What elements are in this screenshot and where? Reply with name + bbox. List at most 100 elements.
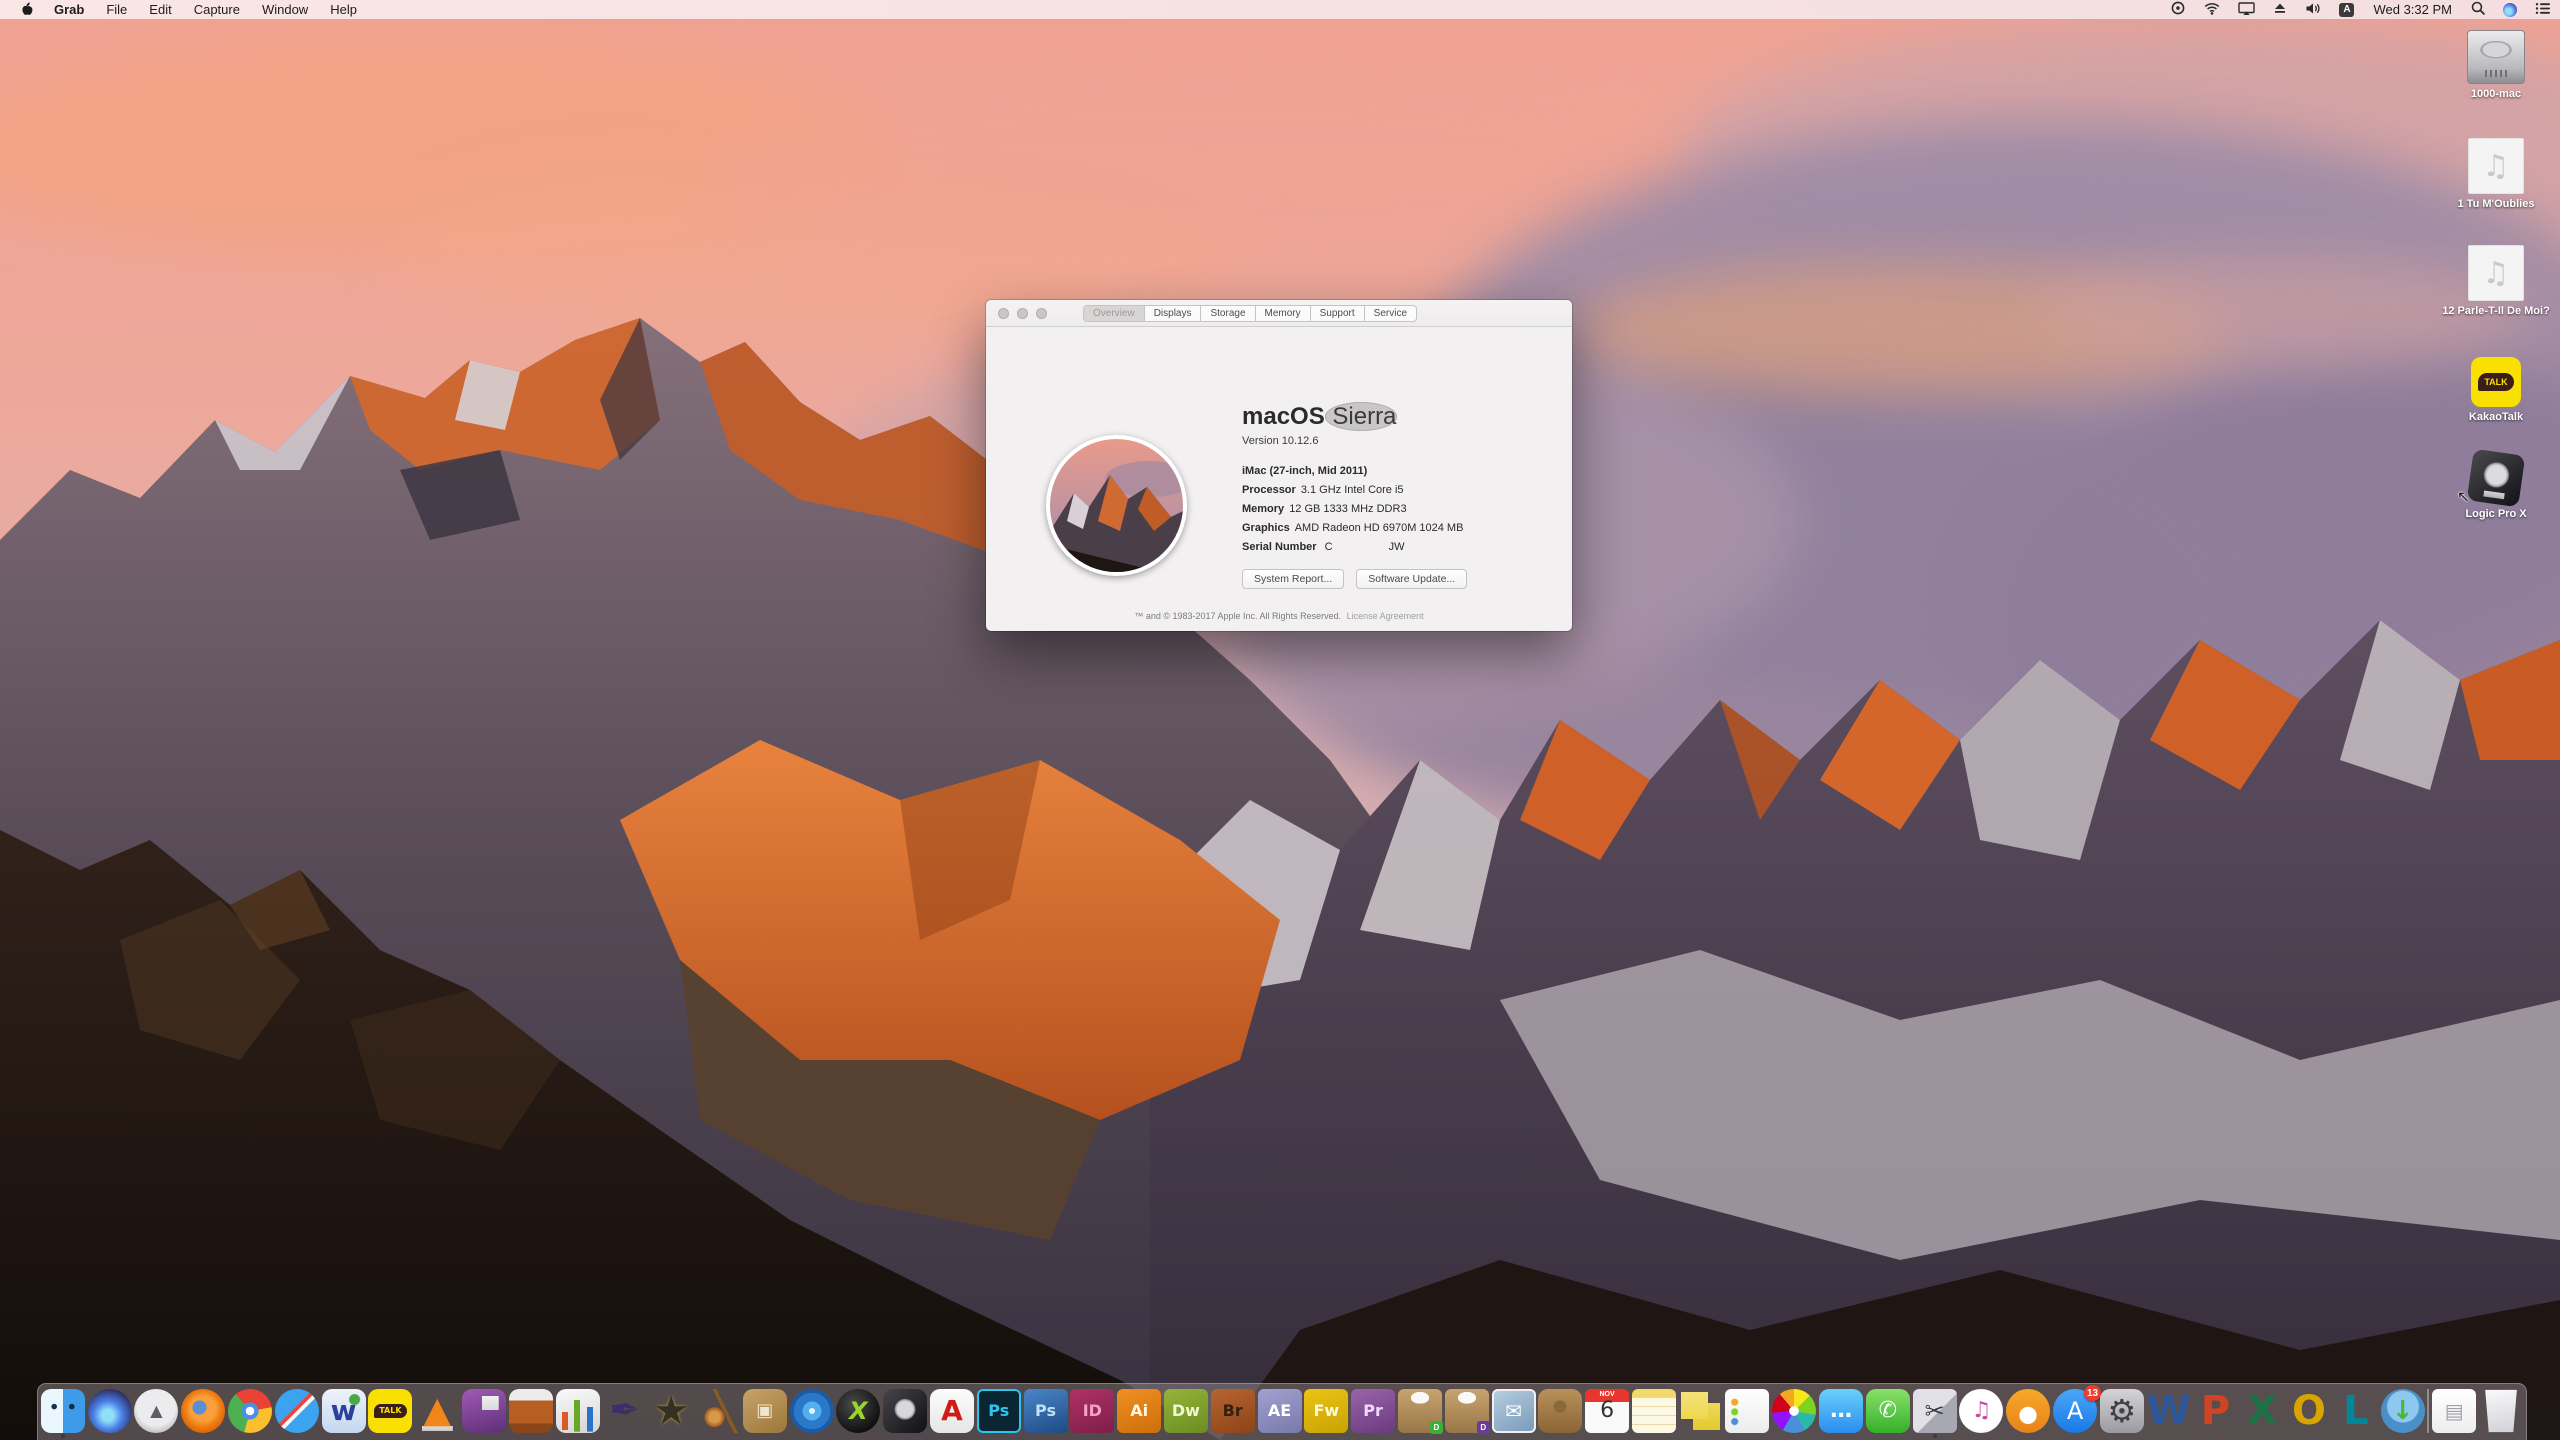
mac-model: iMac (27-inch, Mid 2011) (1242, 465, 1562, 477)
itunes-glyph: ♫ (1972, 1400, 1992, 1422)
illustrator-icon: Ai (1117, 1389, 1161, 1433)
dock-mail[interactable]: ✉ (1492, 1389, 1536, 1439)
dock-numbers-09[interactable] (556, 1389, 600, 1439)
menu-window[interactable]: Window (251, 0, 319, 19)
tab-service[interactable]: Service (1364, 306, 1416, 321)
dock-idvd[interactable] (790, 1389, 834, 1439)
menu-clock[interactable]: Wed 3:32 PM (2363, 0, 2462, 19)
dock-photoshop-cc[interactable]: Ps (977, 1389, 1021, 1439)
desktop-icon-label: 12 Parle-T-Il De Moi? (2442, 305, 2550, 317)
dock-firefox[interactable] (181, 1389, 225, 1439)
eject-menu[interactable] (2264, 0, 2296, 19)
dock-x-app[interactable]: X (836, 1389, 880, 1439)
dock-trash[interactable] (2479, 1389, 2523, 1439)
notes-icon (1632, 1389, 1676, 1433)
dock-unarchiver-green[interactable]: D (1398, 1389, 1442, 1439)
menu-help[interactable]: Help (319, 0, 368, 19)
dock-premiere[interactable]: Pr (1351, 1389, 1395, 1439)
dock-kakaotalk[interactable]: TALK (368, 1389, 412, 1439)
apple-menu[interactable] (0, 0, 43, 19)
outlook-glyph: O (2292, 1391, 2326, 1431)
dock-itunes[interactable]: ♫ (1959, 1389, 2003, 1439)
dock-ibooks[interactable] (2006, 1389, 2050, 1439)
dock-excel[interactable]: X (2240, 1389, 2284, 1439)
minimize-button[interactable] (1017, 308, 1028, 319)
dock-safari[interactable] (275, 1389, 319, 1439)
dock-notes[interactable] (1632, 1389, 1676, 1439)
dock-reminders[interactable] (1725, 1389, 1769, 1439)
dock-pages-09[interactable]: ✒ (602, 1389, 646, 1439)
close-button[interactable] (998, 308, 1009, 319)
system-report-button[interactable]: System Report... (1242, 569, 1344, 589)
menu-file[interactable]: File (95, 0, 138, 19)
dock-fireworks[interactable]: Fw (1304, 1389, 1348, 1439)
dock-app-store[interactable]: A13 (2053, 1389, 2097, 1439)
desktop-icon-1-tu-m-oublies[interactable]: ♫1 Tu M'Oublies (2440, 138, 2552, 210)
siri-menu[interactable] (2494, 0, 2526, 19)
dock-grab[interactable]: ✂ (1913, 1389, 1957, 1439)
menu-edit[interactable]: Edit (138, 0, 182, 19)
dock-siri[interactable] (88, 1389, 132, 1439)
app-store-icon: A13 (2053, 1389, 2097, 1433)
creative-cloud-menu[interactable] (2161, 0, 2195, 19)
dock-launchpad[interactable]: ▲ (134, 1389, 178, 1439)
input-source-menu[interactable]: A (2330, 0, 2363, 19)
desktop-icon-label: Logic Pro X (2465, 508, 2526, 520)
dock-keynote-09[interactable] (509, 1389, 553, 1439)
dock-w-globe-app[interactable]: w (322, 1389, 366, 1439)
spotlight-menu[interactable] (2462, 0, 2494, 19)
dock-stickies[interactable] (1679, 1389, 1723, 1439)
dock-acrobat[interactable]: A (930, 1389, 974, 1439)
desktop-icon-logic-pro-x[interactable]: ↖Logic Pro X (2440, 452, 2552, 520)
finder-running-indicator (61, 1434, 65, 1438)
dock-contacts[interactable] (1538, 1389, 1582, 1439)
dock-word[interactable]: W (2147, 1389, 2191, 1439)
dock-garageband[interactable] (696, 1389, 740, 1439)
dock-document-file[interactable]: ▤ (2432, 1389, 2476, 1439)
dock-bridge[interactable]: Br (1211, 1389, 1255, 1439)
tab-overview[interactable]: Overview (1084, 306, 1144, 321)
desktop-icon-1000-mac[interactable]: 1000-mac (2440, 30, 2552, 100)
tab-storage[interactable]: Storage (1200, 306, 1254, 321)
software-update-button[interactable]: Software Update... (1356, 569, 1467, 589)
dock-purple-media-app[interactable] (462, 1389, 506, 1439)
dock-calendar[interactable]: 6NOV (1585, 1389, 1629, 1439)
tab-memory[interactable]: Memory (1255, 306, 1310, 321)
dock-outlook[interactable]: O (2287, 1389, 2331, 1439)
dock-chrome[interactable] (228, 1389, 272, 1439)
dock-logic-pro[interactable] (883, 1389, 927, 1439)
calendar-month-label: NOV (1585, 1391, 1629, 1398)
dock-facetime[interactable]: ✆ (1866, 1389, 1910, 1439)
zoom-button[interactable] (1036, 308, 1047, 319)
dock-after-effects[interactable]: AE (1258, 1389, 1302, 1439)
dock-corkboard-app[interactable]: ▣ (743, 1389, 787, 1439)
dock-unarchiver-purple[interactable]: D (1445, 1389, 1489, 1439)
dock-photos[interactable] (1772, 1389, 1816, 1439)
desktop-icon-12-parle-t-il-de-moi-[interactable]: ♫12 Parle-T-Il De Moi? (2440, 245, 2552, 317)
dock-system-preferences[interactable]: ⚙ (2100, 1389, 2144, 1439)
notification-center-menu[interactable] (2526, 0, 2560, 19)
dock-finder[interactable] (41, 1389, 85, 1439)
dock-powerpoint[interactable]: P (2193, 1389, 2237, 1439)
dock-illustrator[interactable]: Ai (1117, 1389, 1161, 1439)
dock-messages[interactable]: … (1819, 1389, 1863, 1439)
tab-support[interactable]: Support (1310, 306, 1364, 321)
dock-imovie-09[interactable]: ★ (649, 1389, 693, 1439)
menu-app-name[interactable]: Grab (43, 0, 95, 19)
dock-downloader[interactable]: ↓ (2381, 1389, 2425, 1439)
dock-indesign[interactable]: ID (1070, 1389, 1114, 1439)
dock-vlc[interactable]: ▲ (415, 1389, 459, 1439)
firefox-icon (181, 1389, 225, 1433)
dock-lync[interactable]: L (2334, 1389, 2378, 1439)
dock-photoshop-cs[interactable]: Ps (1024, 1389, 1068, 1439)
logic-pro-icon (883, 1389, 927, 1433)
volume-menu[interactable] (2296, 0, 2330, 19)
desktop-icon-kakaotalk[interactable]: TALKKakaoTalk (2440, 357, 2552, 423)
dock-dreamweaver[interactable]: Dw (1164, 1389, 1208, 1439)
tab-displays[interactable]: Displays (1144, 306, 1201, 321)
pages-09-icon: ✒ (602, 1389, 646, 1433)
airplay-menu[interactable] (2229, 0, 2264, 19)
wifi-menu[interactable] (2195, 0, 2229, 19)
menu-capture[interactable]: Capture (183, 0, 251, 19)
license-agreement-link[interactable]: License Agreement (1347, 611, 1424, 621)
